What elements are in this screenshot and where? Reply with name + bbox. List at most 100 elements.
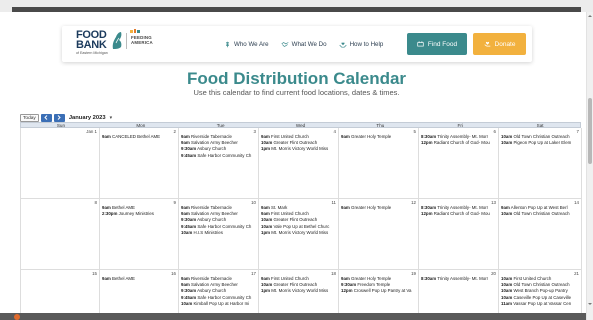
calendar-event[interactable]: 10am H.I.S Ministries bbox=[181, 230, 257, 236]
event-time: 2:30pm bbox=[102, 211, 118, 217]
event-title: Greater Holy Temple bbox=[351, 276, 392, 281]
calendar-event[interactable]: 10am Pigeon Pop Up at Laker Elem bbox=[501, 140, 580, 146]
logo-subtitle: of Eastern Michigan bbox=[76, 51, 108, 55]
calendar-event[interactable]: 9am CANCELED Bethel AME bbox=[102, 134, 177, 140]
event-title: Riverside Tabernacle bbox=[191, 134, 232, 139]
calendar-event[interactable]: 2:30pm Journey Ministries bbox=[102, 211, 177, 217]
event-title: First United Church bbox=[271, 276, 309, 281]
calendar-event[interactable]: 1pm Mt. Morris Victory World Miss bbox=[261, 146, 337, 152]
calendar-event[interactable]: 12pm Croswell Pop Up Pantry at Va bbox=[341, 288, 417, 294]
day-number[interactable]: 15 bbox=[92, 271, 97, 276]
day-events: 8:30am Trinity Assembly- Mt. Morr 12pm Ra… bbox=[421, 134, 497, 146]
calendar-event[interactable]: 11am Vassar Pop Up at Vassar Cen bbox=[501, 301, 580, 307]
event-time: 9am bbox=[341, 205, 350, 210]
day-events: 9am St. Mark 9am First United Church 10am … bbox=[261, 205, 337, 236]
calendar-day-cell[interactable]: Jan 1 bbox=[21, 128, 100, 199]
calendar-day-cell[interactable]: 4 9am First United Church 10am Greater Fli… bbox=[259, 128, 339, 199]
calendar-day-cell[interactable]: 14 9am Allenton Pop Up at West Berl 10am O… bbox=[499, 199, 582, 270]
day-events: 9am Riverside Tabernacle 9am Salvation Ar… bbox=[181, 276, 257, 307]
calendar-day-cell[interactable]: 10 9am Riverside Tabernacle 9am Salvation … bbox=[179, 199, 259, 270]
next-month-button[interactable] bbox=[53, 113, 65, 122]
event-time: 10am bbox=[501, 276, 513, 281]
event-title: Greater Flint Outreach bbox=[273, 140, 318, 146]
event-time: 9am bbox=[181, 134, 190, 139]
calendar-day-cell[interactable]: 7 10am Old Town Christian Outreach 10am Pi… bbox=[499, 128, 582, 199]
calendar-day-cell[interactable]: 8 bbox=[21, 199, 100, 270]
scroll-down-icon[interactable] bbox=[588, 302, 592, 306]
calendar-event[interactable]: 10am Kimball Pop Up at Harbor Ini bbox=[181, 301, 257, 307]
event-title: First United Church bbox=[513, 276, 552, 281]
event-title: First United Church bbox=[271, 211, 309, 217]
month-dropdown-caret-icon[interactable]: ▾ bbox=[110, 115, 113, 121]
calendar-event[interactable]: 12pm Radiant Church of God- Mou bbox=[421, 211, 497, 217]
day-events: 9am Greater Holy Temple bbox=[341, 134, 417, 140]
prev-month-button[interactable] bbox=[40, 113, 52, 122]
find-food-button[interactable]: Find Food bbox=[407, 33, 467, 55]
nav-who-we-are[interactable]: Who We Are bbox=[224, 41, 269, 48]
logo-wordmark: FOOD BANK bbox=[76, 29, 107, 51]
main-nav: Who We Are What We Do How to Help bbox=[224, 26, 395, 62]
donate-button[interactable]: Donate bbox=[473, 33, 526, 55]
site-logo[interactable]: FOOD BANK FEEDING AMERICA of Eastern Mic… bbox=[76, 29, 184, 58]
top-dark-band bbox=[12, 7, 581, 12]
day-events: 9am Greater Holy Temple bbox=[341, 205, 417, 211]
calendar-event[interactable]: 1pm Mt. Morris Victory World Miss bbox=[261, 288, 337, 294]
calendar-day-cell[interactable]: 3 9am Riverside Tabernacle 9am Salvation A… bbox=[179, 128, 259, 199]
page-title: Food Distribution Calendar bbox=[186, 69, 407, 88]
calendar-day-cell[interactable]: 6 8:30am Trinity Assembly- Mt. Morr 12pm R… bbox=[419, 128, 499, 199]
day-number[interactable]: 8 bbox=[95, 200, 97, 205]
calendar-event[interactable]: 1pm Mt. Morris Victory World Miss bbox=[261, 230, 337, 236]
hands-heart-icon bbox=[339, 41, 347, 47]
event-title: Kimball Pop Up at Harbor Ini bbox=[193, 300, 250, 306]
day-events: 9am Greater Holy Temple 9:30am Freedom Te… bbox=[341, 276, 417, 295]
calendar-event[interactable]: 9:45am Safe Harbor Community Ch bbox=[181, 153, 257, 159]
event-title: Safe Harbor Community Ch bbox=[197, 294, 252, 300]
event-time: 1pm bbox=[261, 229, 271, 235]
calendar-day-cell[interactable]: 12 9am Greater Holy Temple bbox=[339, 199, 419, 270]
event-title: Greater Flint Outreach bbox=[273, 282, 318, 288]
event-time: 1pm bbox=[261, 146, 271, 152]
day-number[interactable]: Jan 1 bbox=[86, 129, 97, 134]
calendar-event[interactable]: 9am Greater Holy Temple bbox=[341, 205, 417, 211]
calendar-event[interactable]: 9am Bethel AME bbox=[102, 276, 177, 282]
food-box-icon bbox=[417, 41, 424, 47]
calendar-day-cell[interactable]: 13 8:30am Trinity Assembly- Mt. Morr 12pm … bbox=[419, 199, 499, 270]
scroll-up-icon[interactable] bbox=[588, 14, 592, 18]
event-title: Freedom Temple bbox=[357, 282, 391, 288]
event-time: 10am bbox=[261, 140, 273, 146]
day-events: 9am Allenton Pop Up at West Berl 10am Old… bbox=[501, 205, 580, 217]
event-time: 8:30am bbox=[421, 276, 437, 281]
event-time: 10am bbox=[501, 140, 513, 146]
scrollbar-thumb[interactable] bbox=[588, 98, 592, 164]
page-scrollbar[interactable] bbox=[586, 12, 593, 320]
weekday-label: Wed bbox=[295, 123, 306, 128]
calendar-day-cell[interactable]: 2 9am CANCELED Bethel AME bbox=[100, 128, 179, 199]
calendar-event[interactable]: 8:30am Trinity Assembly- Mt. Morr bbox=[421, 276, 497, 282]
day-events: 9am First United Church 10am Greater Flin… bbox=[261, 276, 337, 295]
event-title: Trinity Assembly- Mt. Morr bbox=[437, 134, 489, 139]
calendar-day-cell[interactable]: 9 9am Bethel AME 2:30pm Journey Ministries bbox=[100, 199, 179, 270]
event-time: 11am bbox=[501, 300, 512, 306]
nav-what-we-do[interactable]: What We Do bbox=[281, 41, 327, 48]
event-time: 9am bbox=[181, 140, 190, 146]
event-title: Asbury Church bbox=[197, 146, 227, 152]
calendar-day-cell[interactable]: 5 9am Greater Holy Temple bbox=[339, 128, 419, 199]
nav-how-to-help[interactable]: How to Help bbox=[339, 41, 383, 48]
calendar-event[interactable]: 12pm Radiant Church of God- Mou bbox=[421, 140, 497, 146]
calendar-event[interactable]: 10am Old Town Christian Outreach bbox=[501, 211, 580, 217]
today-button[interactable]: Today bbox=[20, 113, 39, 122]
michigan-emblem-icon bbox=[112, 32, 122, 49]
event-title: Safe Harbor Community Ch bbox=[197, 223, 252, 229]
wheat-icon bbox=[225, 41, 230, 47]
event-title: Salvation Army Beecher bbox=[191, 282, 238, 288]
event-title: Caseville Pop Up at Caseville bbox=[513, 294, 572, 300]
event-time: 9:30am bbox=[341, 282, 357, 288]
event-time: 1pm bbox=[261, 288, 271, 294]
calendar-event[interactable]: 9am Greater Holy Temple bbox=[341, 134, 417, 140]
event-title: Radiant Church of God- Mou bbox=[433, 211, 490, 217]
event-title: Pigeon Pop Up at Laker Elem bbox=[513, 140, 572, 146]
calendar-day-cell[interactable]: 11 9am St. Mark 9am First United Church 10a… bbox=[259, 199, 339, 270]
event-title: Vale Pop Up at Bethel Churc bbox=[273, 223, 330, 229]
event-title: Radiant Church of God- Mou bbox=[433, 140, 490, 146]
event-time: 10am bbox=[261, 217, 273, 223]
